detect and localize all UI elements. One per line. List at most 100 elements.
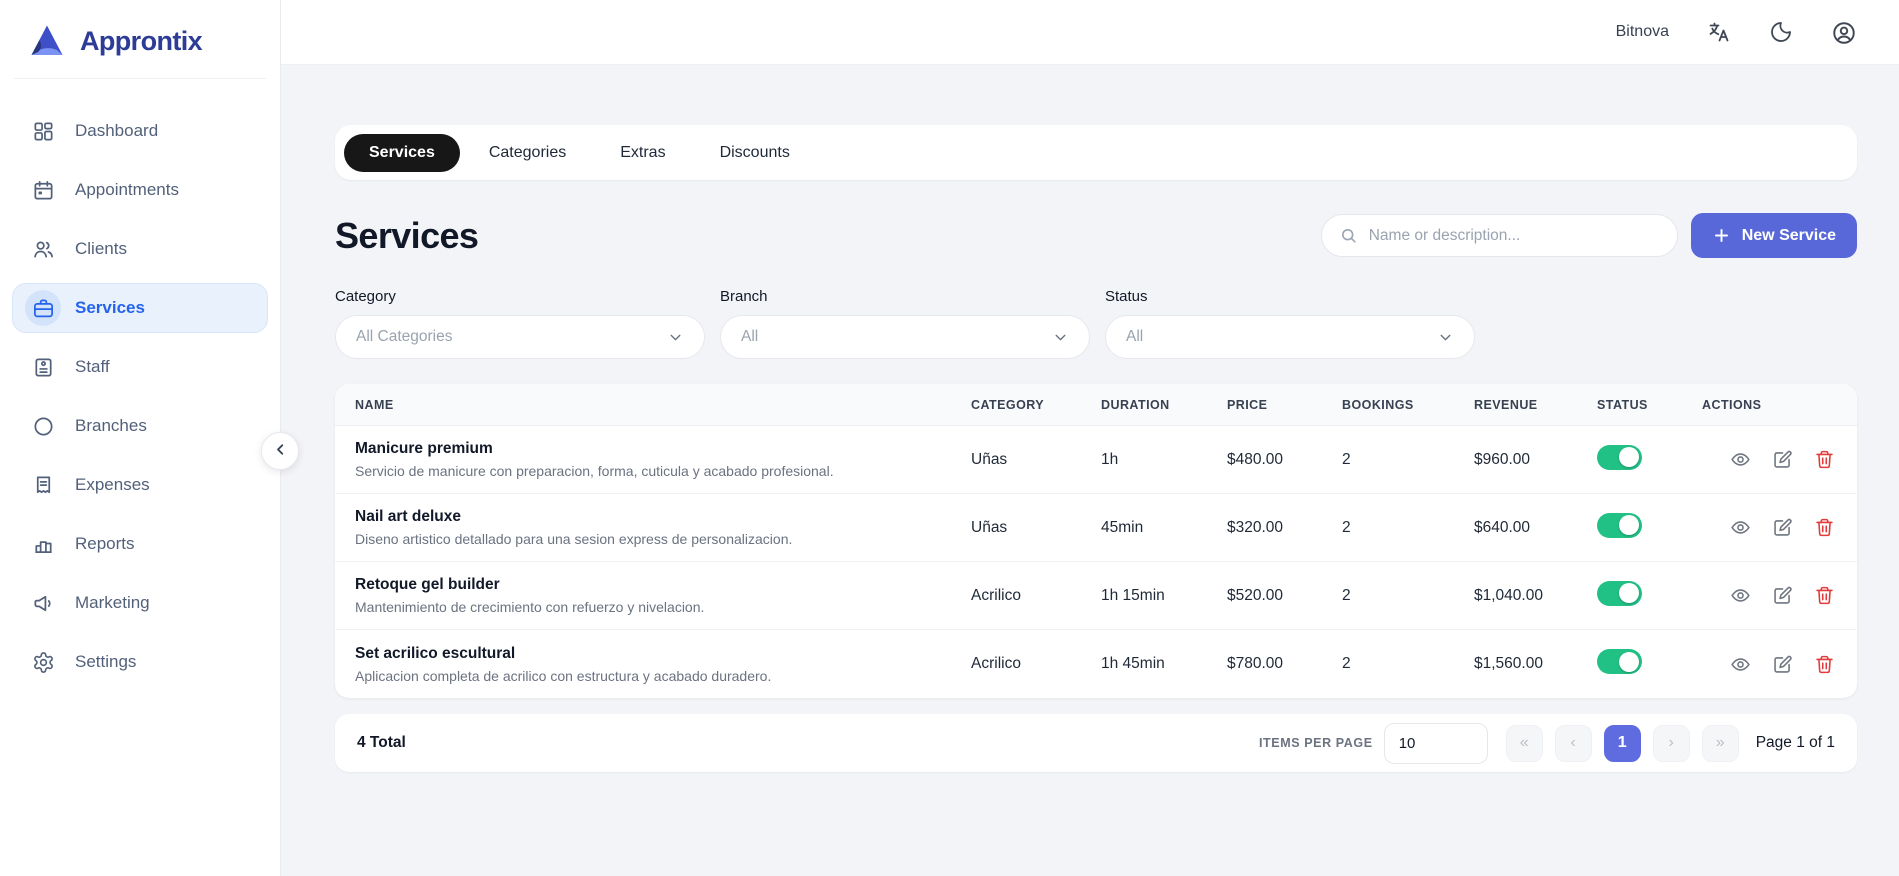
service-name: Manicure premium: [355, 440, 493, 457]
filter-select-status[interactable]: All: [1105, 315, 1475, 359]
filter-select-category[interactable]: All Categories: [335, 315, 705, 359]
sidebar-item-branches[interactable]: Branches: [12, 401, 268, 451]
briefcase-icon: [25, 290, 61, 326]
clients-icon: [25, 231, 61, 267]
filter-status: Status All: [1105, 288, 1475, 359]
tab-discounts[interactable]: Discounts: [695, 134, 815, 172]
sidebar-item-staff[interactable]: Staff: [12, 342, 268, 392]
last-page-button[interactable]: »: [1701, 724, 1739, 762]
translate-icon[interactable]: [1707, 20, 1731, 44]
next-page-button[interactable]: ›: [1652, 724, 1690, 762]
sidebar-item-expenses[interactable]: Expenses: [12, 460, 268, 510]
app-root: Approntix Dashboard Appointments Clients Se…: [0, 0, 1899, 876]
sidebar-item-dashboard[interactable]: Dashboard: [12, 106, 268, 156]
status-toggle[interactable]: [1597, 444, 1642, 470]
view-button[interactable]: [1730, 585, 1751, 606]
toggle-knob: [1619, 447, 1639, 467]
actions-cell: [1702, 449, 1857, 470]
triangle-logo-icon: [27, 21, 67, 61]
sidebar-item-label: Appointments: [75, 180, 179, 199]
search-box[interactable]: [1320, 214, 1678, 257]
price-cell: $520.00: [1227, 586, 1284, 604]
filters-row: Category All Categories Branch All Status All: [335, 288, 1857, 359]
filter-selected-value: All: [1126, 328, 1144, 345]
chevron-left-icon: [272, 441, 289, 461]
page-number-buttons: 1: [1603, 724, 1641, 762]
tab-extras[interactable]: Extras: [595, 134, 690, 172]
category-cell: Acrilico: [971, 586, 1021, 604]
filter-branch: Branch All: [720, 288, 1090, 359]
view-button[interactable]: [1730, 517, 1751, 538]
status-toggle[interactable]: [1597, 512, 1642, 538]
bar-chart-icon: [25, 526, 61, 562]
trash-icon: [1814, 654, 1835, 675]
actions-cell: [1702, 517, 1857, 538]
duration-cell: 1h: [1101, 450, 1119, 468]
status-toggle[interactable]: [1597, 580, 1642, 606]
edit-icon: [1772, 517, 1793, 538]
dashboard-icon: [25, 113, 61, 149]
page-button-1[interactable]: 1: [1603, 724, 1641, 762]
table-row: Nail art deluxe Diseno artistico detallad…: [335, 494, 1857, 562]
first-page-button[interactable]: «: [1505, 724, 1543, 762]
table-row: Retoque gel builder Mantenimiento de crec…: [335, 562, 1857, 630]
status-toggle[interactable]: [1597, 649, 1642, 674]
sidebar-item-appointments[interactable]: Appointments: [12, 165, 268, 215]
sidebar-item-clients[interactable]: Clients: [12, 224, 268, 274]
view-button[interactable]: [1730, 654, 1751, 675]
sidebar-item-settings[interactable]: Settings: [12, 637, 268, 687]
category-cell: Uñas: [971, 518, 1008, 536]
tab-categories[interactable]: Categories: [464, 134, 591, 172]
sidebar-item-reports[interactable]: Reports: [12, 519, 268, 569]
prev-page-button[interactable]: ‹: [1554, 724, 1592, 762]
column-header-actions: ACTIONS: [1702, 397, 1762, 412]
tab-services[interactable]: Services: [344, 133, 460, 172]
user-circle-icon[interactable]: [1831, 20, 1855, 44]
sidebar-item-label: Reports: [75, 534, 135, 553]
items-per-page-label: ITEMS PER PAGE: [1258, 736, 1373, 750]
sidebar-item-services[interactable]: Services: [12, 283, 268, 333]
edit-button[interactable]: [1772, 654, 1793, 675]
column-header-price: PRICE: [1227, 397, 1268, 412]
column-header-name: NAME: [355, 397, 394, 412]
revenue-cell: $1,040.00: [1474, 586, 1543, 604]
search-input[interactable]: [1368, 226, 1660, 245]
sidebar-item-marketing[interactable]: Marketing: [12, 578, 268, 628]
delete-button[interactable]: [1814, 517, 1835, 538]
circle-icon: [25, 408, 61, 444]
status-cell: [1597, 649, 1702, 679]
items-per-page-input[interactable]: [1383, 722, 1488, 764]
view-button[interactable]: [1730, 449, 1751, 470]
chevron-down-icon: [667, 329, 684, 346]
brand-name: Approntix: [80, 25, 203, 56]
main-area: Bitnova Services Categories Extras Discount…: [281, 0, 1899, 876]
price-cell: $480.00: [1227, 450, 1284, 468]
sidebar: Approntix Dashboard Appointments Clients Se…: [0, 0, 299, 876]
toggle-knob: [1619, 583, 1639, 603]
edit-button[interactable]: [1772, 449, 1793, 470]
service-name: Nail art deluxe: [355, 508, 461, 525]
receipt-icon: [25, 467, 61, 503]
duration-cell: 1h 45min: [1101, 655, 1165, 672]
delete-button[interactable]: [1814, 585, 1835, 606]
edit-button[interactable]: [1772, 585, 1793, 606]
filter-category: Category All Categories: [335, 288, 705, 359]
moon-icon[interactable]: [1769, 20, 1793, 44]
price-cell: $780.00: [1227, 655, 1284, 672]
sidebar-item-label: Marketing: [75, 593, 150, 612]
brand: Approntix: [0, 0, 280, 78]
calendar-icon: [25, 172, 61, 208]
sidebar-item-label: Staff: [75, 357, 110, 376]
sidebar-item-label: Settings: [75, 652, 137, 671]
delete-button[interactable]: [1814, 449, 1835, 470]
new-service-button[interactable]: New Service: [1690, 213, 1857, 258]
bookings-cell: 2: [1342, 655, 1351, 672]
title-actions: New Service: [1320, 213, 1857, 258]
delete-button[interactable]: [1814, 654, 1835, 675]
filter-select-branch[interactable]: All: [720, 315, 1090, 359]
service-description: Diseno artistico detallado para una sesi…: [355, 531, 793, 547]
sidebar-collapse-button[interactable]: [261, 432, 299, 470]
toggle-knob: [1619, 651, 1639, 672]
topbar: Bitnova: [281, 0, 1899, 65]
edit-button[interactable]: [1772, 517, 1793, 538]
